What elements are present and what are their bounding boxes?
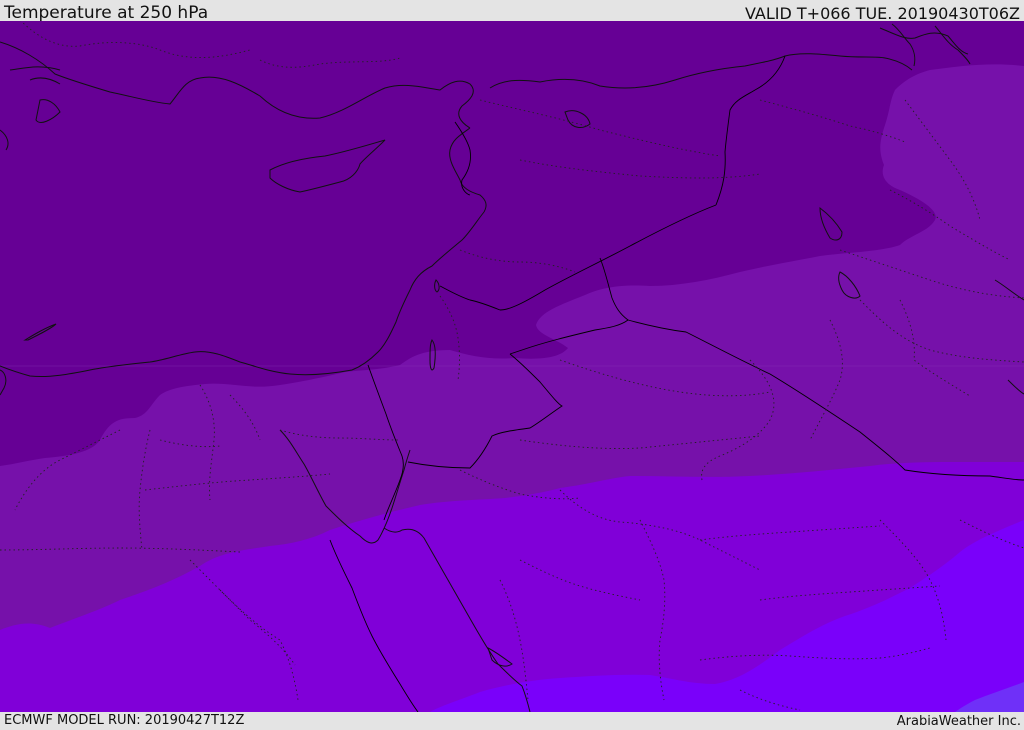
map-title: Temperature at 250 hPa: [4, 3, 209, 23]
map-header: Temperature at 250 hPa VALID T+066 TUE. …: [0, 0, 1024, 23]
weather-map: [0, 21, 1024, 712]
credit-text: ArabiaWeather Inc.: [896, 714, 1021, 729]
model-run: ECMWF MODEL RUN: 20190427T12Z: [4, 713, 245, 728]
map-canvas: [0, 21, 1024, 712]
map-footer: ECMWF MODEL RUN: 20190427T12Z ArabiaWeat…: [0, 712, 1024, 729]
